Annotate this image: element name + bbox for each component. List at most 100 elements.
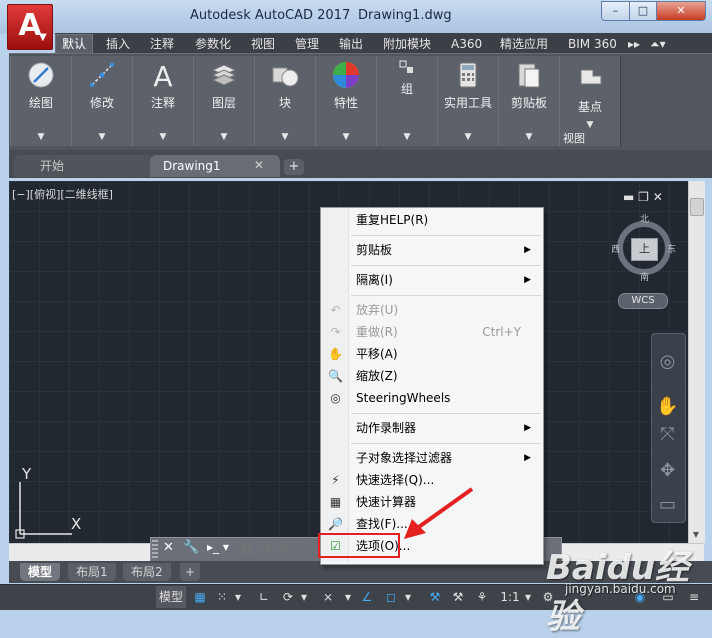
menu-item-zoom[interactable]: 🔍 缩放(Z) — [321, 366, 541, 387]
annotation-visibility-icon[interactable]: ⚒ — [425, 586, 445, 608]
orbit-icon[interactable]: ✥ — [651, 460, 684, 481]
chevron-down-icon[interactable]: ▾ — [402, 586, 414, 608]
menu-item-pan[interactable]: ✋ 平移(A) — [321, 344, 541, 365]
chevron-down-icon[interactable]: ▾ — [522, 586, 534, 608]
chevron-down-icon[interactable]: ▼ — [499, 132, 559, 142]
chevron-down-icon[interactable]: ▼ — [316, 132, 376, 142]
command-prompt-icon[interactable]: ▸_ ▾ — [207, 540, 229, 554]
new-layout-button[interactable]: + — [180, 563, 201, 581]
compass-north[interactable]: 北 — [640, 212, 649, 225]
autoscale-icon[interactable]: ⚒ — [448, 586, 468, 608]
panel-layers[interactable]: 图层 ▼ — [193, 56, 255, 146]
ortho-icon[interactable]: ∟ — [254, 586, 274, 608]
close-button[interactable]: ✕ — [656, 1, 706, 21]
panel-label: 组 — [400, 82, 413, 96]
chevron-down-icon[interactable]: ▾ — [232, 586, 244, 608]
model-space-button[interactable]: 模型 — [156, 586, 186, 608]
menu-item-label: 剪贴板 — [356, 243, 393, 257]
showmotion-icon[interactable]: ▭ — [651, 494, 684, 515]
chevron-down-icon[interactable]: ▼ — [438, 132, 498, 142]
panel-groups[interactable]: 组 ▼ — [376, 56, 438, 146]
annotation-scale-value[interactable]: 1:1 — [496, 586, 524, 608]
tab-manage[interactable]: 管理 — [295, 36, 319, 53]
maximize-button[interactable]: □ — [629, 1, 657, 21]
group-icon — [399, 60, 413, 73]
tab-start[interactable]: 开始 — [14, 155, 152, 177]
panel-label: 实用工具 — [443, 96, 492, 110]
panel-properties[interactable]: 特性 ▼ — [315, 56, 377, 146]
panel-modify[interactable]: 修改 ▼ — [71, 56, 133, 146]
tab-layout1[interactable]: 布局1 — [68, 563, 116, 581]
menu-item-action-recorder[interactable]: 动作录制器 ▶ — [321, 418, 541, 439]
ribbon-options-icon[interactable]: ⏶▾ — [650, 36, 666, 53]
chevron-down-icon[interactable]: ▼ — [194, 132, 254, 142]
grid-icon[interactable]: ▦ — [190, 586, 210, 608]
chevron-down-icon[interactable]: ▼ — [72, 132, 132, 142]
menu-item-isolate[interactable]: 隔离(I) ▶ — [321, 270, 541, 291]
wrench-icon[interactable]: 🔧 — [183, 540, 199, 555]
tab-featured-apps[interactable]: 精选应用 — [500, 36, 548, 53]
minimize-button[interactable]: – — [601, 1, 630, 21]
base-view-icon — [580, 69, 602, 85]
menu-item-steeringwheels[interactable]: ◎ SteeringWheels — [321, 388, 541, 409]
panel-clipboard[interactable]: 剪贴板 ▼ — [498, 56, 560, 146]
svg-text:A: A — [153, 60, 172, 90]
polar-icon[interactable]: ⟳ — [278, 586, 298, 608]
view-panel-label[interactable]: 视图 — [563, 130, 585, 146]
tab-insert[interactable]: 插入 — [106, 36, 130, 53]
tab-a360[interactable]: A360 — [451, 36, 482, 53]
chevron-down-icon[interactable]: ▼ — [133, 132, 193, 142]
scroll-thumb[interactable] — [690, 198, 704, 216]
tab-layout2[interactable]: 布局2 — [123, 563, 171, 581]
chevron-down-icon[interactable]: ▾ — [342, 586, 354, 608]
steeringwheel-icon[interactable]: ◎ — [651, 351, 684, 372]
menu-item-repeat-help[interactable]: 重复HELP(R) — [321, 210, 541, 231]
chevron-down-icon[interactable]: ▼ — [377, 132, 437, 142]
snap-icon[interactable]: ⁙ — [212, 586, 232, 608]
menu-item-subobject-filter[interactable]: 子对象选择过滤器 ▶ — [321, 448, 541, 469]
tab-model[interactable]: 模型 — [20, 563, 61, 581]
menu-item-redo[interactable]: ↷ 重做(R) Ctrl+Y — [321, 322, 541, 343]
vertical-scrollbar[interactable] — [688, 181, 705, 543]
viewcube-top-face[interactable]: 上 — [631, 238, 658, 261]
compass-west[interactable]: 西 — [611, 242, 620, 255]
chevron-down-icon[interactable]: ▼ — [560, 120, 620, 130]
application-menu-button[interactable]: A ▼ — [7, 4, 53, 50]
close-tab-icon[interactable]: ✕ — [254, 158, 264, 172]
compass-east[interactable]: 东 — [667, 242, 676, 255]
chevron-down-icon[interactable]: ▾ — [298, 586, 310, 608]
tab-annotate[interactable]: 注释 — [150, 36, 174, 53]
tab-view[interactable]: 视图 — [251, 36, 275, 53]
tab-addins[interactable]: 附加模块 — [383, 36, 431, 53]
tab-output[interactable]: 输出 — [339, 36, 363, 53]
pan-icon[interactable]: ✋ — [651, 396, 684, 417]
menu-item-undo[interactable]: ↶ 放弃(U) — [321, 300, 541, 321]
drag-handle-icon[interactable] — [152, 540, 158, 558]
wcs-menu[interactable]: WCS — [618, 293, 668, 309]
chevron-down-icon[interactable]: ▼ — [11, 132, 71, 142]
panel-draw[interactable]: 绘图 ▼ — [10, 56, 72, 146]
viewport-controls-label[interactable]: [−][俯视][二维线框] — [12, 186, 113, 202]
panel-utilities[interactable]: 实用工具 ▼ — [437, 56, 499, 146]
annotation-scale-icon[interactable]: ⚘ — [472, 586, 492, 608]
chevron-down-icon[interactable]: ▼ — [255, 132, 315, 142]
object-snap-tracking-icon[interactable]: ∠ — [356, 586, 378, 608]
tab-default[interactable]: 默认 — [55, 34, 94, 54]
zoom-extents-icon[interactable]: ⤧ — [651, 424, 684, 445]
tab-parametric[interactable]: 参数化 — [195, 36, 231, 53]
tab-bim360[interactable]: BIM 360 — [568, 36, 617, 53]
isodraft-icon[interactable]: ⨯ — [318, 586, 338, 608]
panel-block[interactable]: 块 ▼ — [254, 56, 316, 146]
command-close-icon[interactable]: ✕ — [163, 540, 174, 555]
viewport-window-controls[interactable]: ▬ ❐ ✕ — [623, 190, 663, 204]
block-icon — [272, 67, 299, 87]
new-tab-button[interactable]: + — [284, 159, 304, 175]
object-snap-icon[interactable]: ◻ — [380, 586, 402, 608]
panel-annotation[interactable]: A 注释 ▼ — [132, 56, 194, 146]
compass-south[interactable]: 南 — [640, 270, 649, 283]
menu-item-clipboard[interactable]: 剪贴板 ▶ — [321, 240, 541, 261]
panel-label: 特性 — [333, 96, 358, 110]
undo-icon: ↶ — [330, 303, 341, 317]
panel-view[interactable]: 基点 ▼ 视图 — [559, 56, 621, 146]
more-tabs-icon[interactable]: ▸▸ — [628, 36, 640, 53]
